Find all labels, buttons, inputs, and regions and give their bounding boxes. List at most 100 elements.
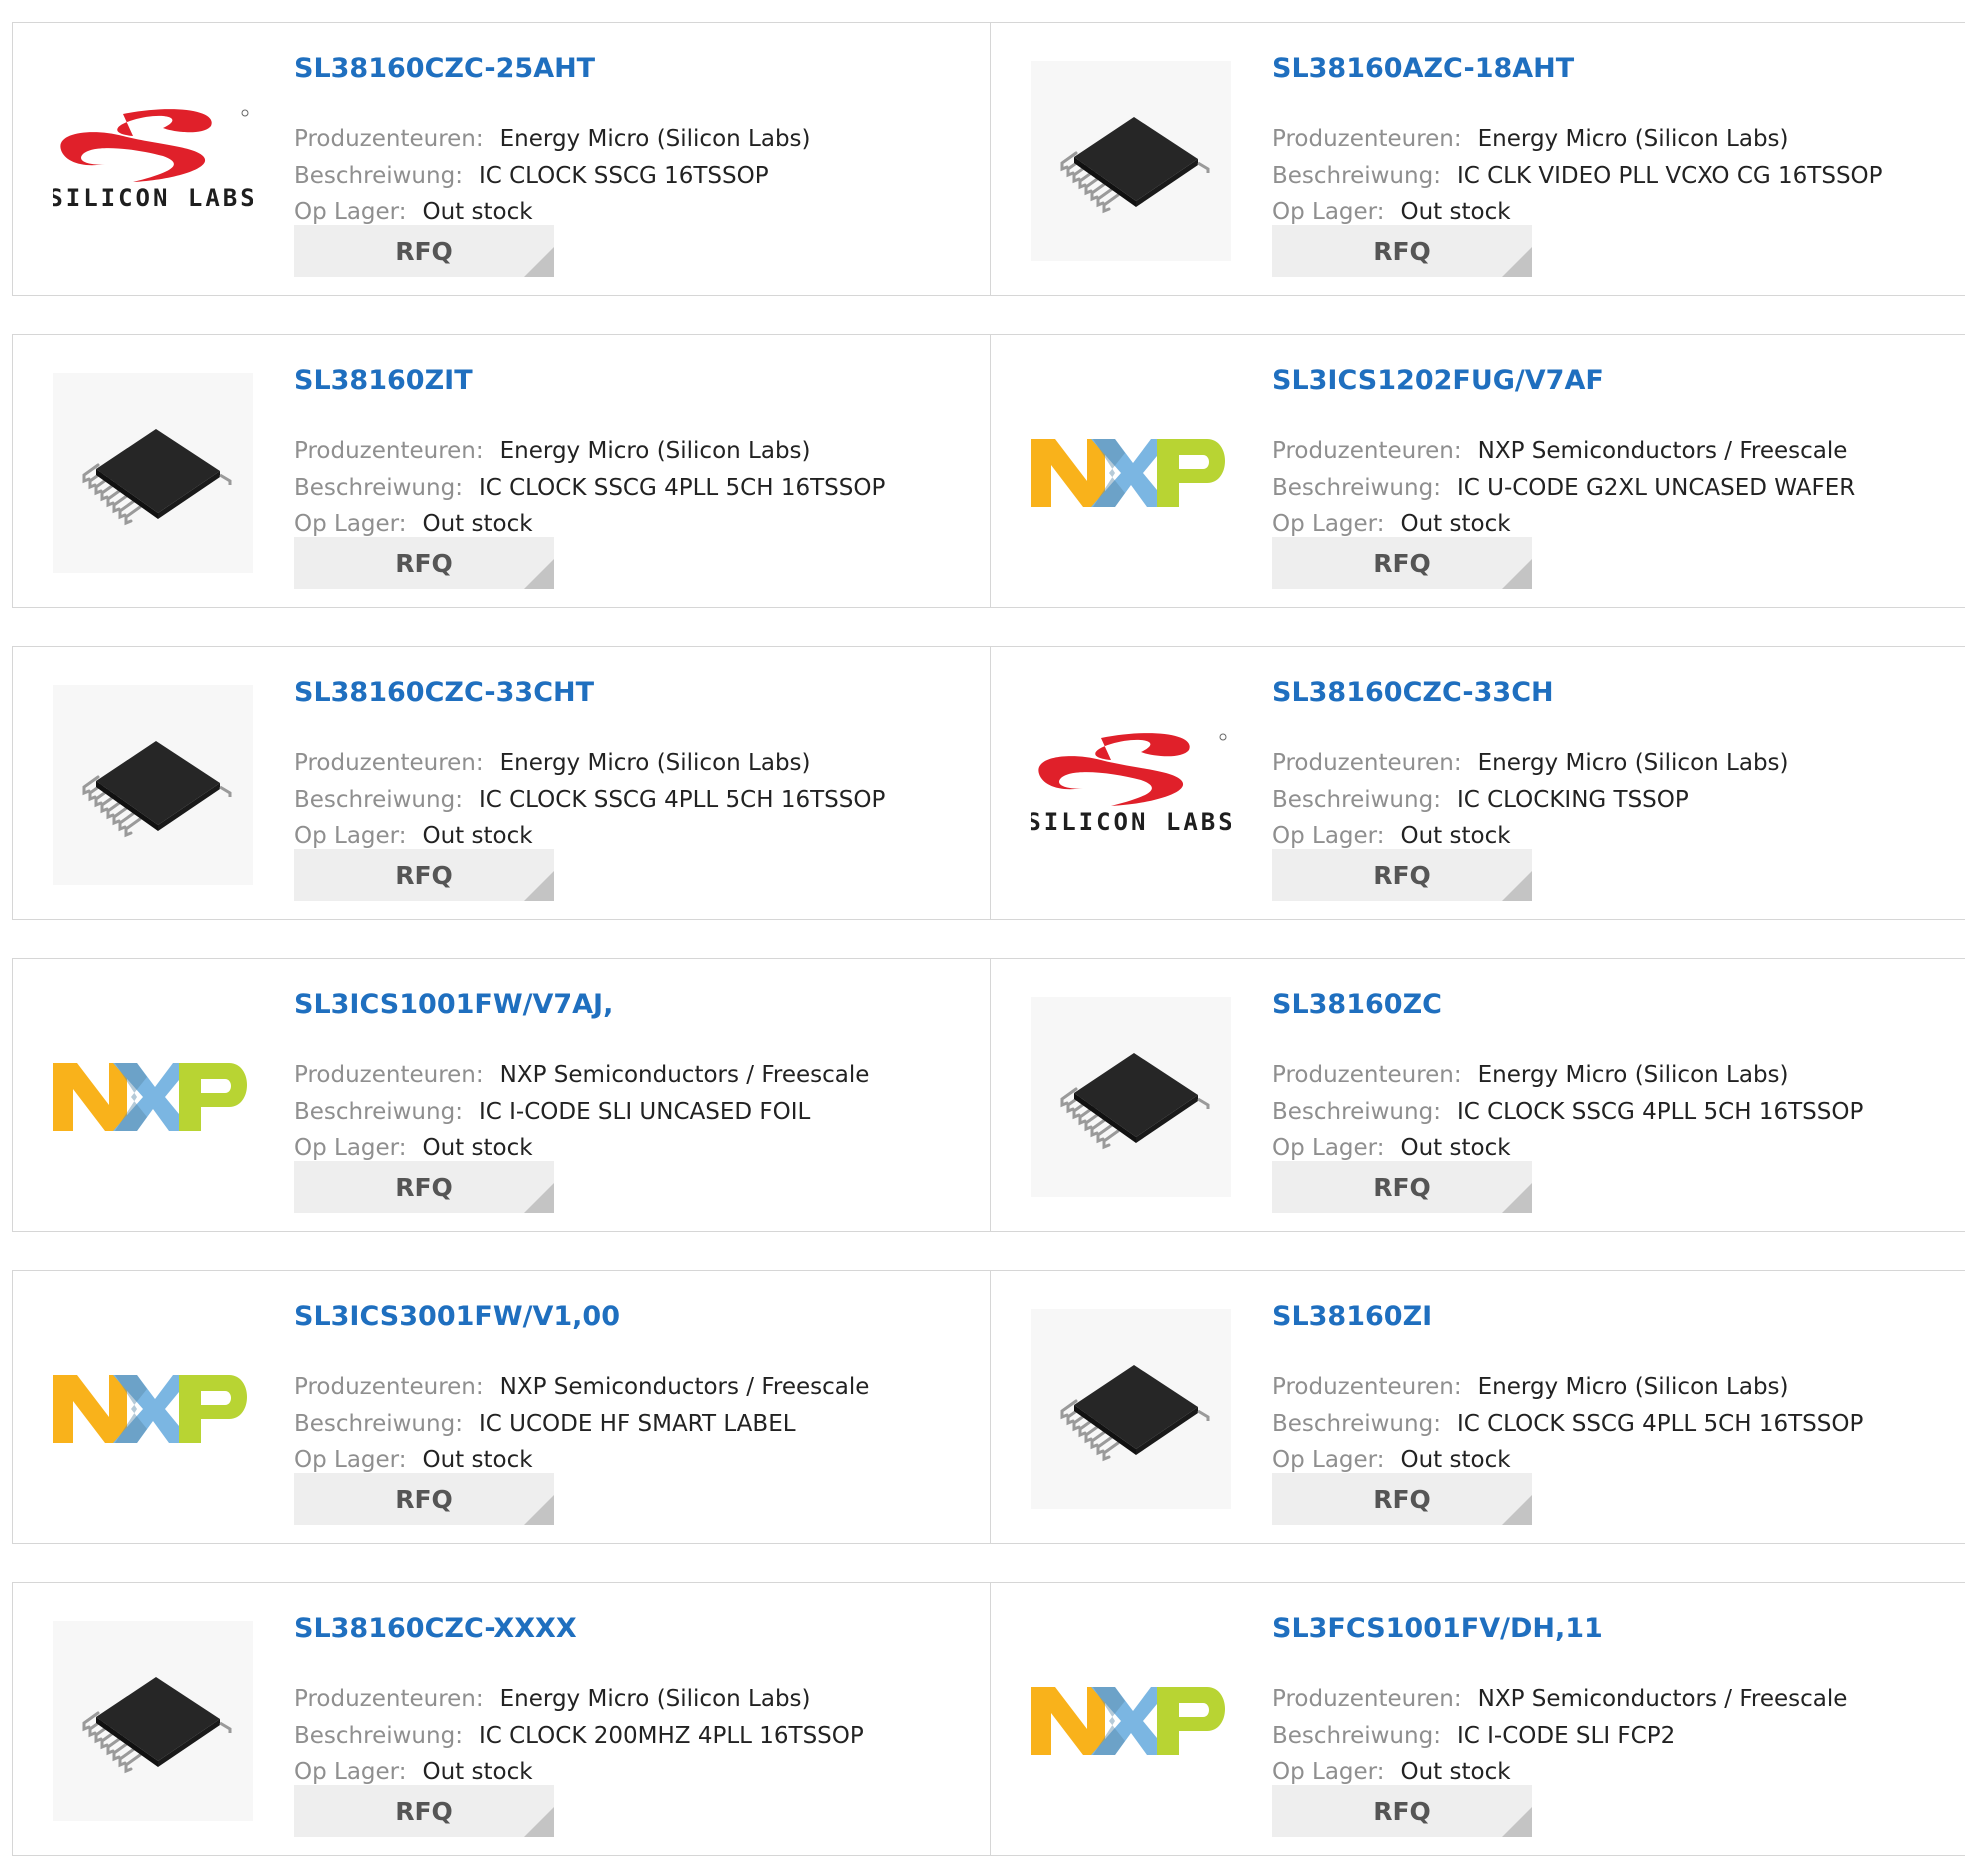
stock-label: Op Lager:: [1272, 199, 1385, 225]
rfq-button[interactable]: RFQ: [1272, 1785, 1532, 1837]
rfq-button[interactable]: RFQ: [294, 849, 554, 901]
stock-label: Op Lager:: [1272, 1135, 1385, 1161]
silicon-labs-logo: SILICON LABS: [53, 109, 253, 212]
description-value: IC CLOCK SSCG 4PLL 5CH 16TSSOP: [1456, 1099, 1864, 1125]
stock-label: Op Lager:: [1272, 823, 1385, 849]
rfq-corner-decoration: [524, 871, 554, 901]
product-image[interactable]: [1031, 997, 1231, 1197]
rfq-label: RFQ: [1373, 860, 1431, 890]
stock-line: Op Lager: Out stock: [294, 199, 533, 225]
description-value: IC CLOCK SSCG 4PLL 5CH 16TSSOP: [478, 787, 886, 813]
product-row: SL38160ZIT Produzenteuren: Energy Micro (…: [12, 334, 1965, 608]
description-label: Beschreiwung:: [294, 1723, 463, 1749]
stock-value: Out stock: [422, 1759, 533, 1785]
stock-line: Op Lager: Out stock: [294, 511, 533, 537]
description-line: Beschreiwung: IC UCODE HF SMART LABEL: [294, 1411, 796, 1437]
nxp-logo: [53, 1375, 247, 1443]
part-number-link[interactable]: SL38160CZC-33CH: [1272, 677, 1554, 708]
rfq-label: RFQ: [395, 1484, 453, 1514]
product-card: SL38160CZC-33CHT Produzenteuren: Energy M…: [13, 647, 991, 919]
rfq-corner-decoration: [1502, 247, 1532, 277]
product-image[interactable]: [1031, 373, 1231, 573]
stock-label: Op Lager:: [1272, 511, 1385, 537]
rfq-button[interactable]: RFQ: [294, 1785, 554, 1837]
rfq-button[interactable]: RFQ: [1272, 1473, 1532, 1525]
stock-line: Op Lager: Out stock: [294, 823, 533, 849]
product-image[interactable]: [53, 685, 253, 885]
stock-label: Op Lager:: [1272, 1447, 1385, 1473]
product-row: SL3ICS3001FW/V1,00 Produzenteuren: NXP Se…: [12, 1270, 1965, 1544]
rfq-label: RFQ: [1373, 1796, 1431, 1826]
manufacturer-line: Produzenteuren: Energy Micro (Silicon Lab…: [1272, 126, 1789, 152]
nxp-logo: [53, 1063, 247, 1131]
product-image[interactable]: [1031, 61, 1231, 261]
part-number-link[interactable]: SL38160AZC-18AHT: [1272, 53, 1574, 84]
manufacturer-label: Produzenteuren:: [1272, 1374, 1462, 1400]
stock-label: Op Lager:: [1272, 1759, 1385, 1785]
product-image[interactable]: [53, 1309, 253, 1509]
manufacturer-line: Produzenteuren: Energy Micro (Silicon Lab…: [1272, 1374, 1789, 1400]
product-image[interactable]: [1031, 1309, 1231, 1509]
description-value: IC I-CODE SLI UNCASED FOIL: [478, 1099, 811, 1125]
manufacturer-line: Produzenteuren: Energy Micro (Silicon Lab…: [294, 438, 811, 464]
rfq-button[interactable]: RFQ: [294, 225, 554, 277]
product-image[interactable]: [1031, 1621, 1231, 1821]
product-image[interactable]: [53, 997, 253, 1197]
manufacturer-label: Produzenteuren:: [1272, 438, 1462, 464]
product-image[interactable]: [53, 1621, 253, 1821]
part-number-link[interactable]: SL3ICS3001FW/V1,00: [294, 1301, 620, 1332]
rfq-button[interactable]: RFQ: [294, 1161, 554, 1213]
manufacturer-line: Produzenteuren: NXP Semiconductors / Free…: [294, 1374, 869, 1400]
part-number-link[interactable]: SL3ICS1001FW/V7AJ,: [294, 989, 613, 1020]
description-line: Beschreiwung: IC CLOCK SSCG 16TSSOP: [294, 163, 769, 189]
rfq-button[interactable]: RFQ: [1272, 1161, 1532, 1213]
rfq-button[interactable]: RFQ: [294, 537, 554, 589]
part-number-link[interactable]: SL3FCS1001FV/DH,11: [1272, 1613, 1603, 1644]
product-card: SL38160AZC-18AHT Produzenteuren: Energy M…: [991, 23, 1965, 295]
part-number-link[interactable]: SL38160CZC-XXXX: [294, 1613, 577, 1644]
rfq-button[interactable]: RFQ: [294, 1473, 554, 1525]
part-number-link[interactable]: SL38160CZC-25AHT: [294, 53, 595, 84]
product-card: SL3ICS3001FW/V1,00 Produzenteuren: NXP Se…: [13, 1271, 991, 1543]
stock-line: Op Lager: Out stock: [1272, 1447, 1511, 1473]
manufacturer-label: Produzenteuren:: [294, 126, 484, 152]
manufacturer-label: Produzenteuren:: [294, 1686, 484, 1712]
part-number-link[interactable]: SL38160ZIT: [294, 365, 473, 396]
rfq-corner-decoration: [524, 247, 554, 277]
nxp-logo: [1031, 1687, 1225, 1755]
stock-value: Out stock: [422, 1447, 533, 1473]
product-image[interactable]: SILICON LABS: [1031, 685, 1231, 885]
manufacturer-line: Produzenteuren: NXP Semiconductors / Free…: [1272, 438, 1847, 464]
manufacturer-label: Produzenteuren:: [294, 1062, 484, 1088]
rfq-label: RFQ: [395, 860, 453, 890]
description-value: IC I-CODE SLI FCP2: [1456, 1723, 1676, 1749]
stock-label: Op Lager:: [294, 823, 407, 849]
part-number-link[interactable]: SL38160ZI: [1272, 1301, 1432, 1332]
tssop-chip-image: [82, 429, 232, 526]
product-row: SL38160CZC-XXXX Produzenteuren: Energy Mi…: [12, 1582, 1965, 1856]
product-card: SILICON LABS SL38160CZC-33CH Produzenteu…: [991, 647, 1965, 919]
manufacturer-value: Energy Micro (Silicon Labs): [1477, 750, 1789, 776]
description-line: Beschreiwung: IC CLOCK SSCG 4PLL 5CH 16TS…: [294, 787, 885, 813]
rfq-button[interactable]: RFQ: [1272, 537, 1532, 589]
description-line: Beschreiwung: IC CLOCK SSCG 4PLL 5CH 16TS…: [1272, 1411, 1863, 1437]
rfq-label: RFQ: [395, 1796, 453, 1826]
stock-label: Op Lager:: [294, 1447, 407, 1473]
part-number-link[interactable]: SL38160ZC: [1272, 989, 1442, 1020]
part-number-link[interactable]: SL3ICS1202FUG/V7AF: [1272, 365, 1604, 396]
manufacturer-value: Energy Micro (Silicon Labs): [499, 1686, 811, 1712]
rfq-button[interactable]: RFQ: [1272, 849, 1532, 901]
rfq-corner-decoration: [1502, 871, 1532, 901]
manufacturer-line: Produzenteuren: Energy Micro (Silicon Lab…: [1272, 750, 1789, 776]
product-image[interactable]: [53, 373, 253, 573]
rfq-label: RFQ: [1373, 1484, 1431, 1514]
rfq-button[interactable]: RFQ: [1272, 225, 1532, 277]
description-label: Beschreiwung:: [294, 1411, 463, 1437]
stock-line: Op Lager: Out stock: [1272, 1759, 1511, 1785]
stock-line: Op Lager: Out stock: [1272, 199, 1511, 225]
product-card: SL3ICS1202FUG/V7AF Produzenteuren: NXP Se…: [991, 335, 1965, 607]
part-number-link[interactable]: SL38160CZC-33CHT: [294, 677, 594, 708]
rfq-corner-decoration: [1502, 1495, 1532, 1525]
rfq-corner-decoration: [1502, 1183, 1532, 1213]
product-image[interactable]: SILICON LABS: [53, 61, 253, 261]
